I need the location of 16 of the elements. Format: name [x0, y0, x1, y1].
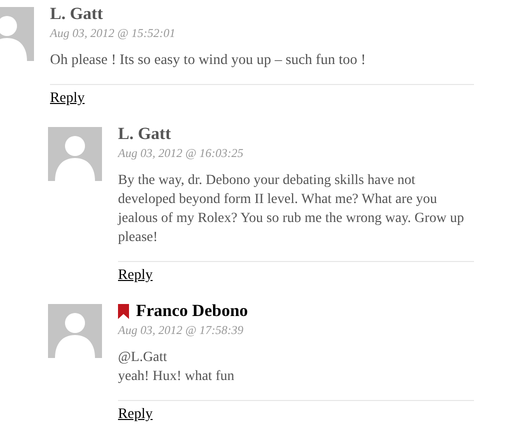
- comment-text: Oh please ! Its so easy to wind you up – such fun too !: [50, 51, 367, 70]
- avatar-icon: [48, 127, 102, 181]
- comment-date: Aug 03, 2012 @ 15:52:01: [50, 25, 176, 41]
- comment-date: Aug 03, 2012 @ 17:58:39: [118, 322, 244, 338]
- reply-link[interactable]: Reply: [118, 266, 153, 284]
- author-name: L. Gatt: [50, 4, 103, 24]
- comment-text: @L.Gatt: [118, 349, 168, 367]
- reply-link[interactable]: Reply: [50, 89, 85, 107]
- comment-text: yeah! Hux! what fun: [118, 368, 236, 386]
- comment-text: By the way, dr. Debono your debating skills have not developed beyond form II level. What me? What are you jealous of my Rolex? You so rub me the wrong way. Grow up please!: [118, 172, 465, 247]
- author-name: Franco Debono: [136, 301, 248, 321]
- avatar-icon: [48, 304, 102, 358]
- reply-link[interactable]: Reply: [118, 405, 153, 423]
- bookmark-icon: [118, 304, 129, 318]
- comment-date: Aug 03, 2012 @ 16:03:25: [118, 145, 244, 161]
- author-name: L. Gatt: [118, 124, 171, 144]
